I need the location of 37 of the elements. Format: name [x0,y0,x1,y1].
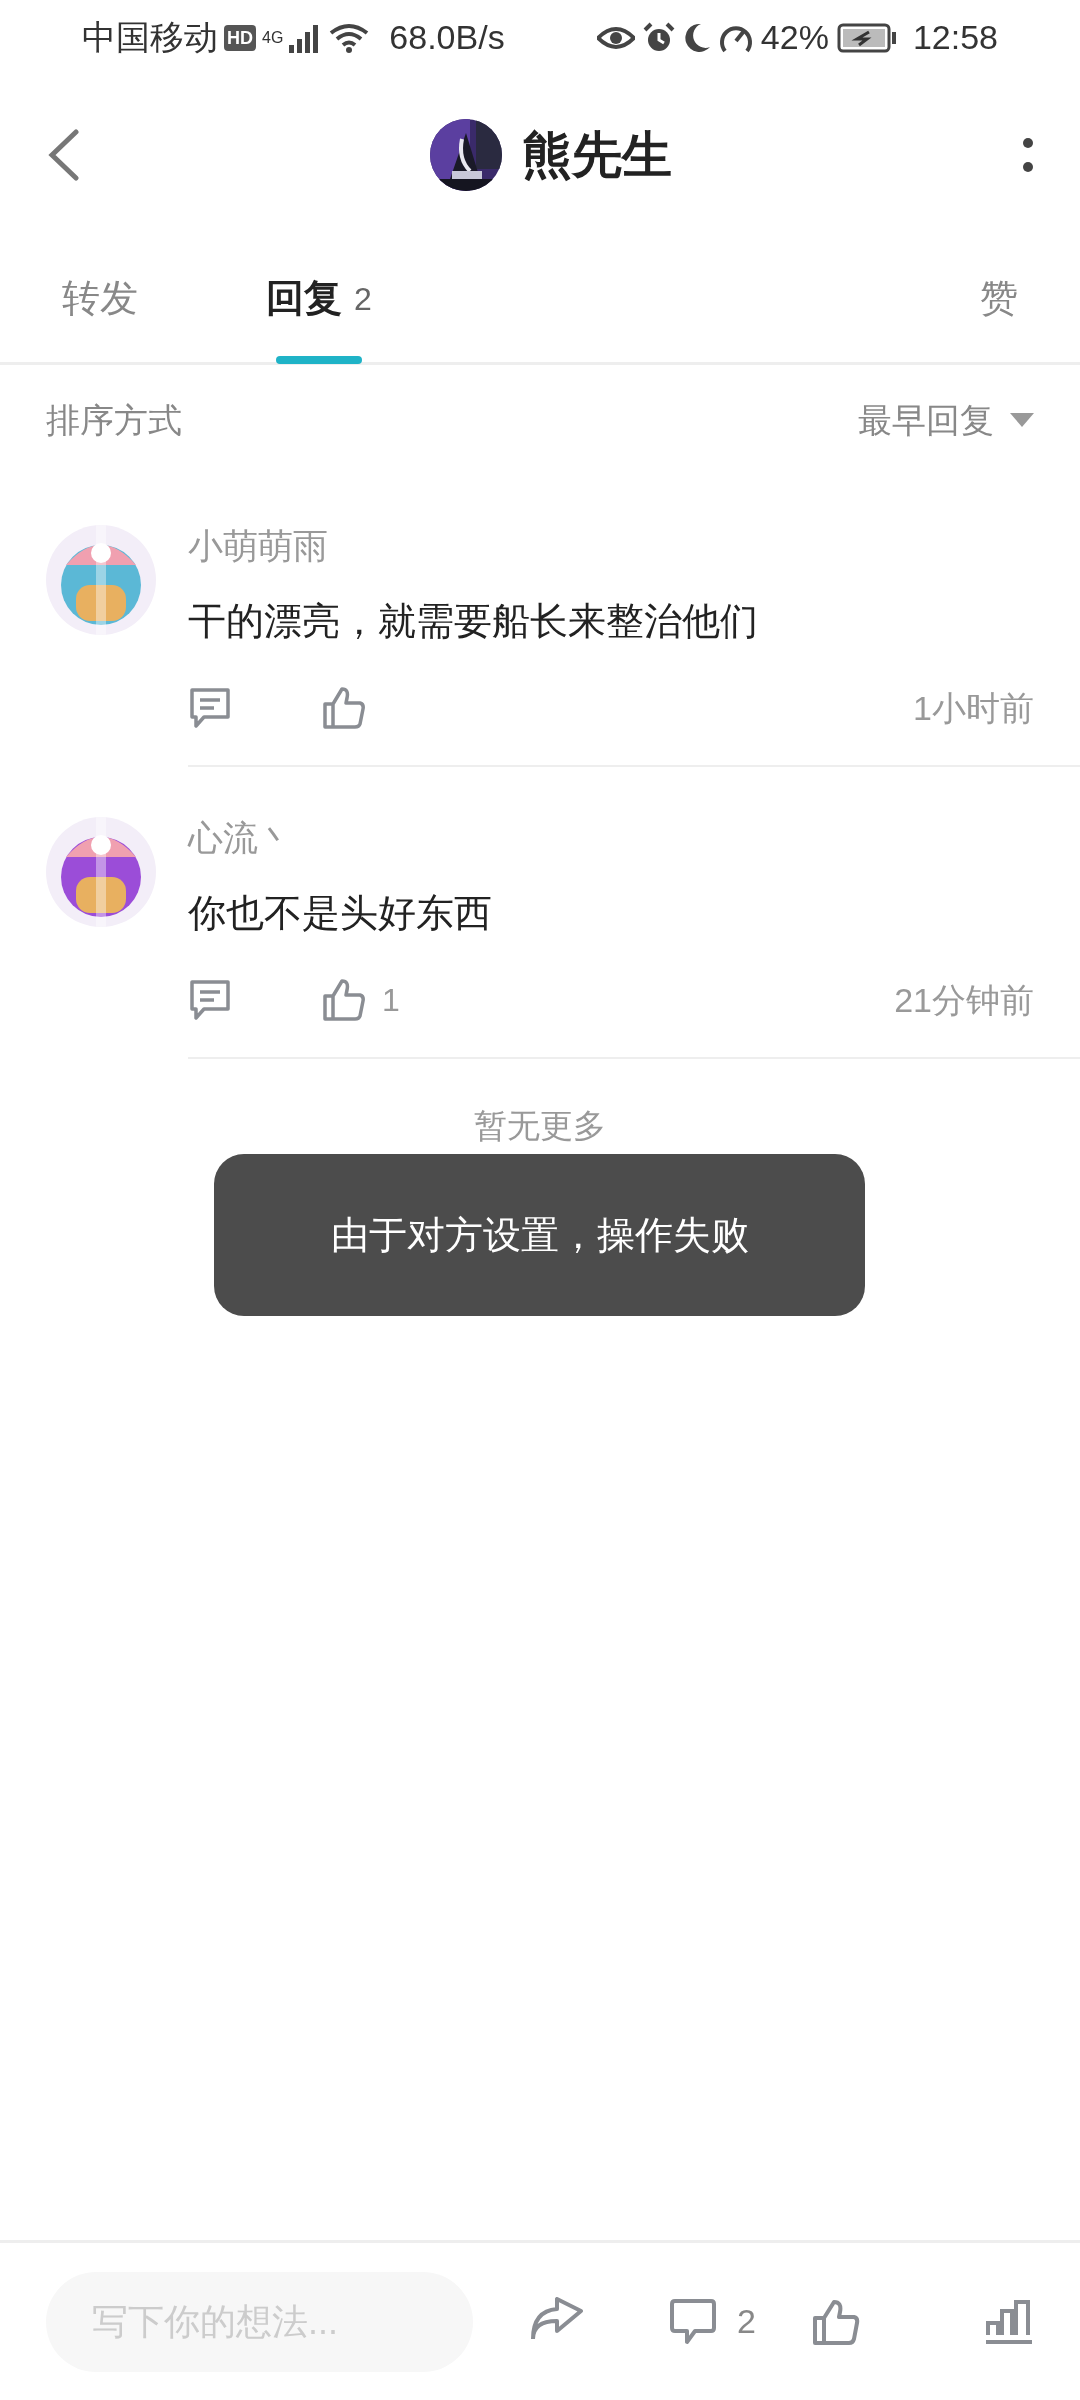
eye-icon [596,25,635,50]
comment-icon[interactable] [669,2297,717,2346]
user-name[interactable]: 心流丶 [188,813,1080,863]
caret-icon [1010,413,1034,427]
timestamp: 21分钟前 [894,979,1034,1021]
network-speed: 68.0B/s [389,17,505,58]
comment-text: 干的漂亮，就需要船长来整治他们 [188,599,759,644]
battery-percent: 42% [760,17,829,58]
sort-label: 排序方式 [46,399,182,441]
comment-text: 你也不是头好东西 [188,891,493,936]
hd-badge: HD [224,24,256,51]
end-note: 暂无更多 [474,1106,606,1146]
wifi-icon [329,22,370,53]
more-icon[interactable] [1022,137,1034,173]
tab[interactable]: 回复 2 [244,235,394,362]
alarm-icon [642,21,675,54]
page-title: 熊先生 [522,125,672,185]
tab[interactable]: 赞 [958,235,1040,362]
bar-chart-icon[interactable] [984,2298,1034,2345]
comment-icon[interactable] [188,687,232,729]
toast-message: 由于对方设置，操作失败 [330,1212,749,1258]
carrier-name: 中国移动 [82,17,218,58]
thumbs-up-icon[interactable] [322,686,366,730]
thumbs-up-icon[interactable] [811,2297,860,2346]
network-type: 4G [262,28,284,48]
sort-dropdown[interactable]: 最早回复 [858,394,1034,446]
tab[interactable]: 转发 [40,235,160,362]
comment-count: 2 [737,2301,756,2342]
user-name[interactable]: 小萌萌雨 [188,521,1080,571]
battery-icon [836,22,897,53]
back-icon[interactable] [46,129,80,181]
timestamp: 1小时前 [913,687,1034,729]
thumbs-up-icon[interactable] [322,978,366,1022]
like-count: 1 [382,981,400,1020]
moon-icon [682,22,711,53]
comment-icon[interactable] [188,979,232,1021]
clock: 12:58 [912,17,998,58]
